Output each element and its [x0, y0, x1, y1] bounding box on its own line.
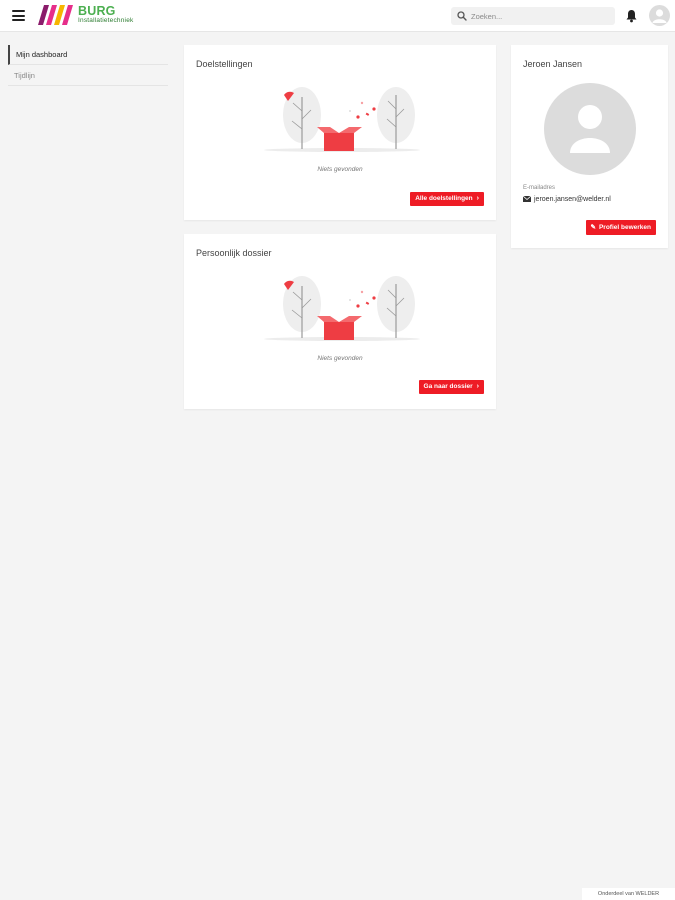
alle-doelstellingen-button[interactable]: Alle doelstellingen ›	[410, 192, 484, 206]
brand-name: BURG	[78, 4, 116, 18]
profile-card: Jeroen Jansen E-mailadres jeroen.jansen@…	[511, 45, 668, 248]
button-label: Alle doelstellingen	[415, 195, 473, 202]
empty-state-text: Niets gevonden	[317, 355, 363, 362]
ga-naar-dossier-button[interactable]: Ga naar dossier ›	[418, 380, 484, 394]
menu-icon[interactable]	[12, 10, 25, 21]
card-title: Doelstellingen	[196, 59, 253, 69]
profile-avatar-icon	[570, 105, 610, 153]
empty-state-illustration	[264, 87, 420, 152]
dossier-card: Persoonlijk dossier Niets gevonden Ga na…	[184, 234, 496, 409]
button-label: Ga naar dossier	[423, 383, 473, 390]
brand-logo-mark	[38, 5, 73, 25]
top-bar: BURG Installatietechniek	[0, 0, 675, 32]
brand-logo[interactable]: BURG Installatietechniek	[38, 4, 148, 27]
envelope-icon	[523, 196, 531, 203]
empty-state-text: Niets gevonden	[317, 166, 363, 173]
empty-state-illustration	[264, 276, 420, 341]
profile-avatar	[544, 83, 636, 175]
profile-name: Jeroen Jansen	[523, 59, 583, 69]
doelstellingen-card: Doelstellingen Niets gevonden Alle doels…	[184, 45, 496, 220]
notification-bell-icon[interactable]	[625, 9, 638, 23]
search-input[interactable]	[471, 7, 609, 25]
profiel-bewerken-button[interactable]: ✎ Profiel bewerken	[585, 220, 656, 235]
sidebar-item-tijdlijn[interactable]: Tijdlijn	[8, 66, 168, 86]
sidebar-item-dashboard[interactable]: Mijn dashboard	[8, 45, 168, 65]
user-avatar[interactable]	[649, 5, 670, 26]
chevron-right-icon: ›	[476, 195, 479, 202]
chevron-right-icon: ›	[476, 383, 479, 390]
email-value[interactable]: jeroen.jansen@welder.nl	[534, 196, 611, 203]
card-title: Persoonlijk dossier	[196, 248, 272, 258]
pencil-icon: ✎	[590, 224, 596, 231]
search-icon	[457, 11, 467, 21]
search-box[interactable]	[451, 7, 615, 25]
brand-subtitle: Installatietechniek	[78, 17, 134, 24]
button-label: Profiel bewerken	[598, 224, 651, 231]
email-row: jeroen.jansen@welder.nl	[523, 196, 611, 203]
user-avatar-icon	[652, 9, 667, 23]
email-label: E-mailadres	[523, 185, 556, 191]
footer-credit[interactable]: Onderdeel van WELDER	[582, 888, 675, 900]
